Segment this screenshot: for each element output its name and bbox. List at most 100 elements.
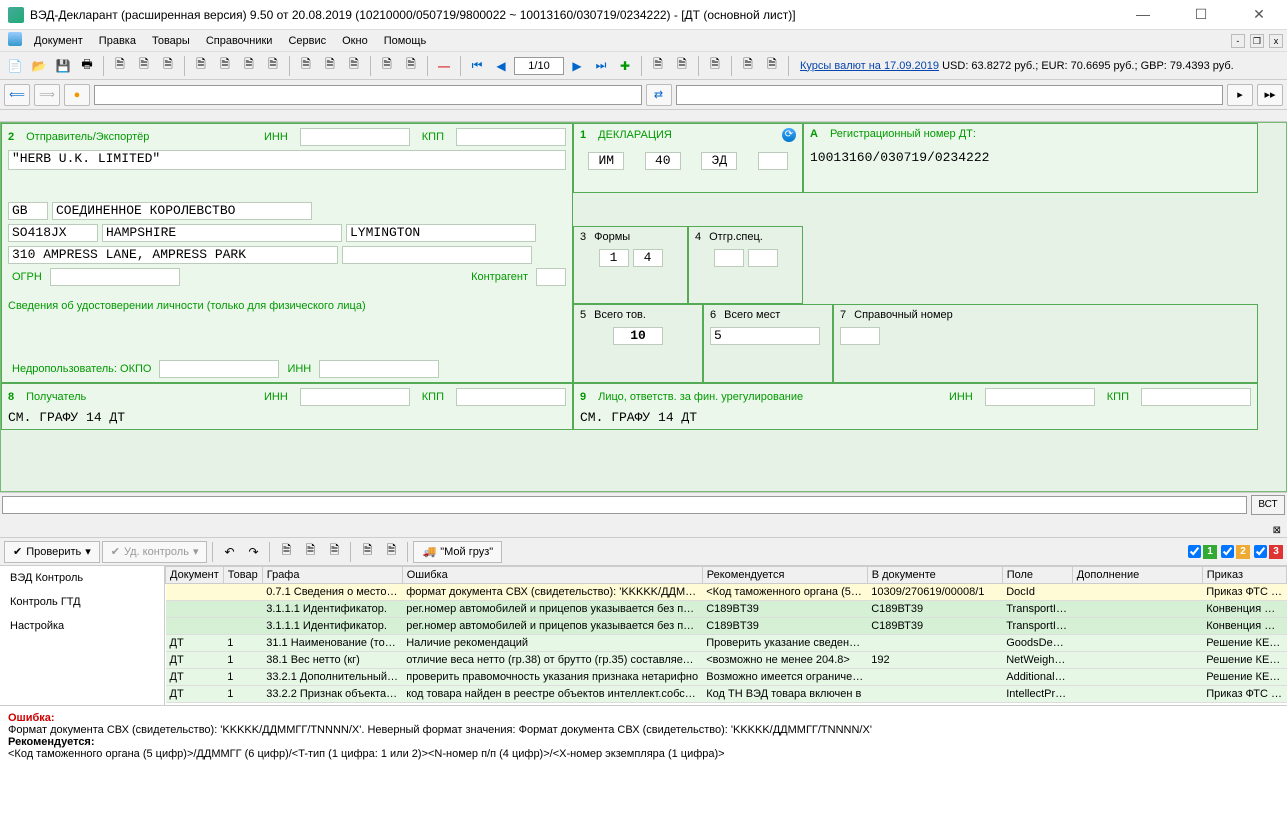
last-page-icon[interactable]: ⏭ [590, 55, 612, 77]
sender-country-code[interactable]: GB [8, 202, 48, 220]
close-button[interactable]: ✕ [1239, 6, 1279, 23]
my-cargo-button[interactable]: 🚚"Мой груз" [413, 541, 502, 563]
sender-kpp-input[interactable] [456, 128, 566, 146]
nav-go-icon[interactable]: ▸ [1227, 84, 1253, 106]
nav-fwd-icon[interactable]: ⟹ [34, 84, 60, 106]
menu-refs[interactable]: Справочники [198, 32, 281, 50]
tab-ved-control[interactable]: ВЭД Контроль [0, 566, 164, 590]
tool-icon[interactable]: 🗎 [323, 541, 345, 563]
filter-3-checkbox[interactable]: 3 [1254, 545, 1283, 559]
grid-header[interactable]: Поле [1002, 567, 1072, 584]
total-goods[interactable]: 10 [613, 327, 663, 345]
tool-icon[interactable]: 🗎 [376, 55, 398, 77]
maximize-button[interactable]: ☐ [1181, 6, 1221, 23]
tool-icon[interactable]: ↷ [242, 541, 264, 563]
sender-kontragent[interactable] [536, 268, 566, 286]
decl-type3[interactable]: ЭД [701, 152, 737, 170]
decl-type4[interactable] [758, 152, 788, 170]
tool-icon[interactable]: 🗎 [671, 55, 693, 77]
open-icon[interactable]: 📂 [28, 55, 50, 77]
tool-icon[interactable]: ↶ [218, 541, 240, 563]
check-button[interactable]: ✔Проверить▾ [4, 541, 100, 563]
tool-icon[interactable]: 🗎 [356, 541, 378, 563]
grid-header[interactable]: Документ [166, 567, 224, 584]
filter-2-checkbox[interactable]: 2 [1221, 545, 1250, 559]
mdi-restore-button[interactable]: ❐ [1250, 34, 1264, 48]
tool-icon[interactable]: 🗎 [737, 55, 759, 77]
decl-type1[interactable]: ИМ [588, 152, 624, 170]
nedro-inn[interactable] [319, 360, 439, 378]
tool-icon[interactable]: 🗎 [275, 541, 297, 563]
menu-service[interactable]: Сервис [280, 32, 334, 50]
menu-document[interactable]: Документ [26, 32, 91, 50]
prev-page-icon[interactable]: ◀ [490, 55, 512, 77]
tool-icon[interactable]: 🗎 [157, 55, 179, 77]
delete-control-button[interactable]: ✔Уд. контроль▾ [102, 541, 208, 563]
bct-button[interactable]: ВСТ [1251, 495, 1285, 515]
nav-dot-icon[interactable]: ● [64, 84, 90, 106]
tool-icon[interactable]: 🗎 [238, 55, 260, 77]
menu-help[interactable]: Помощь [376, 32, 435, 50]
sender-address2[interactable] [342, 246, 532, 264]
total-places[interactable]: 5 [710, 327, 820, 345]
nedro-okpo[interactable] [159, 360, 279, 378]
status-input[interactable] [2, 496, 1247, 514]
tool-icon[interactable]: 🗎 [133, 55, 155, 77]
tool-icon[interactable]: 🗎 [190, 55, 212, 77]
add-icon[interactable]: ✚ [614, 55, 636, 77]
results-grid[interactable]: ДокументТоварГрафаОшибкаРекомендуетсяВ д… [165, 566, 1287, 705]
rates-link[interactable]: Курсы валют на 17.09.2019 [800, 60, 939, 72]
tool-icon[interactable]: 🗎 [704, 55, 726, 77]
sender-inn-input[interactable] [300, 128, 410, 146]
menu-window[interactable]: Окно [334, 32, 376, 50]
mdi-min-button[interactable]: - [1231, 34, 1245, 48]
table-row[interactable]: ДТ133.2.1 Дополнительный прпроверить пра… [166, 669, 1287, 686]
table-row[interactable]: 0.7.1 Сведения о местонаформат документа… [166, 584, 1287, 601]
nav-swap-icon[interactable]: ⇄ [646, 84, 672, 106]
fin-kpp[interactable] [1141, 388, 1251, 406]
sender-address[interactable]: 310 AMPRESS LANE, AMPRESS PARK [8, 246, 338, 264]
remove-icon[interactable]: — [433, 55, 455, 77]
grid-header[interactable]: В документе [867, 567, 1002, 584]
nav-back-icon[interactable]: ⟸ [4, 84, 30, 106]
mdi-close-button[interactable]: x [1269, 34, 1283, 48]
tool-icon[interactable]: 🗎 [380, 541, 402, 563]
recipient-kpp[interactable] [456, 388, 566, 406]
menu-goods[interactable]: Товары [144, 32, 198, 50]
table-row[interactable]: ДТ133.2.2 Признак объекта инкод товара н… [166, 686, 1287, 703]
grid-header[interactable]: Приказ [1202, 567, 1286, 584]
tool-icon[interactable]: 🗎 [343, 55, 365, 77]
menu-edit[interactable]: Правка [91, 32, 144, 50]
sender-region[interactable]: HAMPSHIRE [102, 224, 342, 242]
fin-inn[interactable] [985, 388, 1095, 406]
first-page-icon[interactable]: ⏮ [466, 55, 488, 77]
otgr-1[interactable] [714, 249, 744, 267]
tool-icon[interactable]: 🗎 [299, 541, 321, 563]
forms-1[interactable]: 1 [599, 249, 629, 267]
table-row[interactable]: ДТ131.1 Наименование (торгоНаличие реком… [166, 635, 1287, 652]
ref-number[interactable] [840, 327, 880, 345]
sender-city[interactable]: LYMINGTON [346, 224, 536, 242]
sender-country[interactable]: СОЕДИНЕННОЕ КОРОЛЕВСТВО [52, 202, 312, 220]
sender-zip[interactable]: SO418JX [8, 224, 98, 242]
sender-name[interactable]: "HERB U.K. LIMITED" [8, 150, 566, 170]
tool-icon[interactable]: 🗎 [262, 55, 284, 77]
grid-header[interactable]: Дополнение [1072, 567, 1202, 584]
refresh-icon[interactable]: ⟳ [782, 128, 796, 142]
tool-icon[interactable]: 🗎 [214, 55, 236, 77]
panel-close-icon[interactable]: ⊠ [0, 524, 1287, 538]
tool-icon[interactable]: 🗎 [109, 55, 131, 77]
next-page-icon[interactable]: ▶ [566, 55, 588, 77]
tool-icon[interactable]: 🗎 [400, 55, 422, 77]
sender-ogrn[interactable] [50, 268, 180, 286]
table-row[interactable]: 3.1.1.1 Идентификатор.рег.номер автомоби… [166, 618, 1287, 635]
nav-more-icon[interactable]: ▸▸ [1257, 84, 1283, 106]
decl-type2[interactable]: 40 [645, 152, 681, 170]
forms-2[interactable]: 4 [633, 249, 663, 267]
filter-1-checkbox[interactable]: 1 [1188, 545, 1217, 559]
print-icon[interactable]: 🖶 [76, 55, 98, 77]
grid-header[interactable]: Товар [223, 567, 262, 584]
grid-header[interactable]: Графа [262, 567, 402, 584]
otgr-2[interactable] [748, 249, 778, 267]
recipient-inn[interactable] [300, 388, 410, 406]
